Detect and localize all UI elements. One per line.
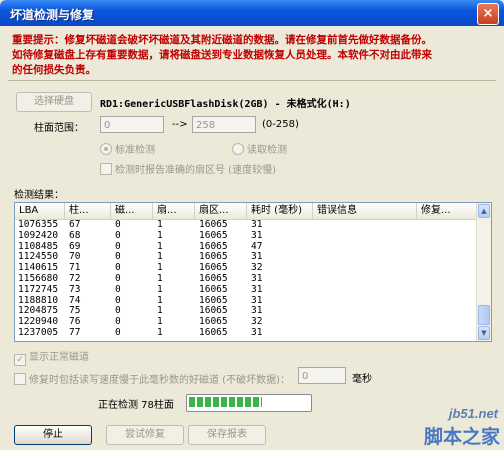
table-row[interactable]: 1076355 67 0 1 16065 31 [15,219,477,231]
standard-check-radio[interactable]: 标准检测 [100,141,155,156]
report-sector-box [100,163,112,175]
table-row[interactable]: 1092420 68 0 1 16065 31 [15,229,477,242]
title-bar[interactable]: 坏道检测与修复 × [0,0,504,26]
table-row[interactable]: 1140615 71 0 1 16065 32 [15,262,477,274]
table-cell: 1 [157,326,163,338]
report-sector-label: 检测时报告准确的扇区号 (速度较慢) [115,165,276,176]
warning-line-2: 如待修复磁盘上存有重要数据，请将磁盘送到专业数据恢复人员处理。本软件不对由此带来 [12,49,432,61]
cylinder-from-input[interactable]: 0 [100,116,164,133]
col-error[interactable]: 错误信息 [313,203,417,219]
table-row[interactable]: 1220940 76 0 1 16065 32 [15,316,477,328]
table-row[interactable]: 1108485 69 0 1 16065 47 [15,241,477,253]
show-normal-checkbox[interactable]: ✓ 显示正常磁道 [14,348,89,366]
read-check-radio[interactable]: 读取检测 [232,141,287,156]
ms-threshold-input[interactable]: 0 [298,367,346,384]
col-sector-count[interactable]: 扇区... [195,203,247,219]
col-lba[interactable]: LBA [15,203,65,219]
ms-unit: 毫秒 [352,374,372,385]
table-cell: 31 [251,229,263,241]
stop-button[interactable]: 停止 [14,425,92,445]
col-time[interactable]: 耗时 (毫秒) [247,203,313,219]
table-cell: 0 [115,326,121,338]
radio-standard-indicator [100,143,112,155]
range-arrow: --> [172,119,188,130]
cylinder-range-hint: (0-258) [262,119,299,130]
try-repair-button[interactable]: 尝试修复 [106,425,184,445]
col-repair[interactable]: 修复... [417,203,477,219]
warning-text: 重要提示：修复坏磁道会破坏坏磁道及其附近磁道的数据。请在修复前首先做好数据备份。… [12,33,496,78]
radio-read-indicator [232,143,244,155]
table-cell: 31 [251,283,263,295]
table-row[interactable]: 1204875 75 0 1 16065 31 [15,306,477,317]
show-normal-box: ✓ [14,354,26,366]
status-text: 正在检测 78柱面 [98,400,174,411]
table-cell: 1237005 [18,326,59,338]
standard-check-label: 标准检测 [115,145,155,156]
table-cell: 1 [157,283,163,295]
disk-name: RD1:GenericUSBFlashDisk(2GB) - 未格式化(H:) [100,99,351,110]
read-check-label: 读取检测 [247,145,287,156]
table-row[interactable]: 1124550 70 0 1 16065 31 [15,252,477,263]
results-table[interactable]: LBA 柱... 磁... 扇... 扇区... 耗时 (毫秒) 错误信息 修复… [14,202,492,342]
progress-bar [186,394,312,412]
scroll-up-icon[interactable]: ▲ [478,204,490,218]
table-cell: 16065 [199,326,228,338]
show-normal-label: 显示正常磁道 [29,352,89,363]
table-row[interactable]: 1237005 77 0 1 16065 31 [15,326,477,339]
scroll-thumb[interactable] [478,305,490,325]
table-row[interactable]: 1172745 73 0 1 16065 31 [15,283,477,296]
table-cell: 1 [157,229,163,241]
report-sector-checkbox[interactable]: 检测时报告准确的扇区号 (速度较慢) [100,161,276,176]
table-row[interactable]: 1156680 72 0 1 16065 31 [15,273,477,285]
warning-line-1: 重要提示：修复坏磁道会破坏坏磁道及其附近磁道的数据。请在修复前首先做好数据备份。 [12,34,432,46]
warning-line-3: 的任何损失负责。 [12,64,96,76]
watermark-site: jb51.net [448,406,498,421]
results-header: LBA 柱... 磁... 扇... 扇区... 耗时 (毫秒) 错误信息 修复… [15,203,477,220]
col-cylinder[interactable]: 柱... [65,203,111,219]
watermark-name: 脚本之家 [423,426,500,448]
cylinder-range-label: 柱面范围： [34,123,84,134]
table-cell: 73 [69,283,81,295]
close-button[interactable]: × [477,3,499,25]
repair-slow-checkbox[interactable]: 修复时包括读写速度慢于此毫秒数的好磁道 (不破坏数据)： [14,371,290,386]
save-report-button[interactable]: 保存报表 [188,425,266,445]
divider [8,80,496,81]
table-cell: 1092420 [18,229,59,241]
repair-slow-box [14,373,26,385]
col-sector[interactable]: 扇... [153,203,195,219]
table-cell: 0 [115,283,121,295]
table-cell: 68 [69,229,81,241]
dialog-window: 坏道检测与修复 × 重要提示：修复坏磁道会破坏坏磁道及其附近磁道的数据。请在修复… [0,0,504,450]
table-cell: 1172745 [18,283,59,295]
table-cell: 16065 [199,229,228,241]
repair-slow-label: 修复时包括读写速度慢于此毫秒数的好磁道 (不破坏数据)： [29,375,290,386]
table-cell: 77 [69,326,81,338]
cylinder-to-input[interactable]: 258 [192,116,256,133]
table-cell: 0 [115,229,121,241]
select-disk-button[interactable]: 选择硬盘 [16,92,92,112]
table-cell: 31 [251,326,263,338]
window-title: 坏道检测与修复 [10,8,95,22]
scroll-down-icon[interactable]: ▼ [478,326,490,340]
results-scrollbar[interactable]: ▲ ▼ [476,203,491,341]
table-cell: 16065 [199,283,228,295]
results-label: 检测结果： [14,190,64,201]
col-head[interactable]: 磁... [111,203,153,219]
results-rows: 1076355 67 0 1 16065 31 1092420 68 0 1 16065 31 1108… [15,219,477,339]
table-row[interactable]: 1188810 74 0 1 16065 31 [15,295,477,307]
progress-fill [189,397,263,407]
